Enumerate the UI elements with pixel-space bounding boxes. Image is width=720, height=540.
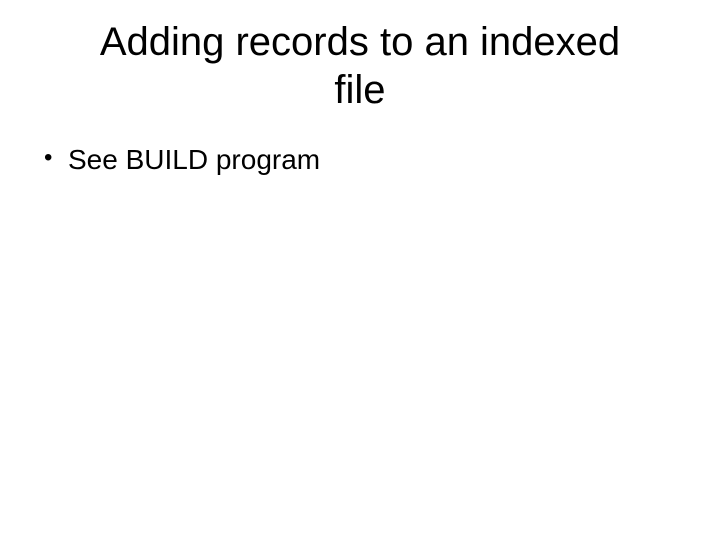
bullet-list: See BUILD program: [40, 142, 680, 178]
bullet-item: See BUILD program: [40, 142, 680, 178]
slide-title: Adding records to an indexed file: [40, 18, 680, 114]
slide-container: Adding records to an indexed file See BU…: [0, 0, 720, 540]
